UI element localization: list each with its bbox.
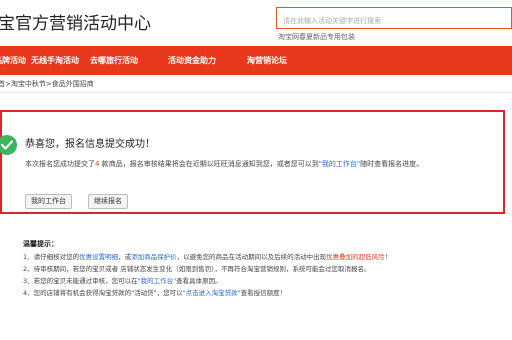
tip-item: 2、待审核期间，若您的宝贝或者 店铺状态发生变化（如限到售罚），不再符合淘宝营销… bbox=[23, 265, 371, 273]
main-nav: 品牌活动 无线手淘活动 去哪旅行活动 活动资金助力 淘营销论坛 bbox=[0, 46, 512, 75]
checkmark-icon bbox=[1, 140, 13, 150]
tips-list: 1、请仔细核对您的优惠设置明细，或添加商品保护价，以避免您的商品在活动期间以及后… bbox=[23, 251, 441, 299]
nav-item-travel-events[interactable]: 去哪旅行活动 bbox=[90, 46, 138, 75]
tip-item: 4、您的店铺将有机会获得淘宝贷款的"活动贷"，您可以"点击进入淘宝贷款"查看授信… bbox=[23, 287, 441, 299]
risk-warning: 优惠叠加的超低风险 bbox=[326, 253, 385, 261]
my-workbench-button[interactable]: 我的工作台 bbox=[25, 194, 72, 209]
site-title: 宝官方营销活动中心 bbox=[0, 14, 151, 34]
search-input[interactable] bbox=[277, 11, 511, 31]
tip-text: ！ bbox=[384, 253, 392, 261]
search-hint[interactable]: 淘宝网春夏新品专用包装 bbox=[278, 32, 355, 42]
success-check-icon bbox=[0, 135, 17, 155]
tip-text: 1、请仔细核对您的 bbox=[23, 253, 80, 261]
nav-item-brand-events[interactable]: 品牌活动 bbox=[0, 46, 26, 75]
continue-signup-button[interactable]: 继续报名 bbox=[88, 194, 128, 209]
add-protected-price-link[interactable]: 添加商品保护价 bbox=[131, 253, 177, 261]
tip-text: 查看授信额度！ bbox=[240, 289, 287, 297]
tip-text: 查看具体原因。 bbox=[176, 277, 222, 285]
success-title: 恭喜您，报名信息提交成功！ bbox=[25, 139, 155, 150]
search-box[interactable] bbox=[276, 7, 512, 31]
tip-item: 1、请仔细核对您的优惠设置明细，或添加商品保护价，以避免您的商品在活动期间以及后… bbox=[23, 251, 441, 263]
workbench-link[interactable]: "我的工作台" bbox=[319, 160, 360, 168]
nav-item-fund-support[interactable]: 活动资金助力 bbox=[168, 46, 216, 75]
success-panel: 恭喜您，报名信息提交成功！ 本次报名您成功提交了4 款商品，报名审核结果将会在近… bbox=[0, 110, 505, 214]
nav-item-forum[interactable]: 淘营销论坛 bbox=[247, 46, 287, 75]
tip-text: ，以避免您的商品在活动期间以及后续的活动中出现 bbox=[176, 253, 327, 261]
success-message: 本次报名您成功提交了4 款商品，报名审核结果将会在近期以旺旺消息通知到您，或者您… bbox=[25, 156, 435, 173]
breadcrumb: 首>淘宝中秋节>食品外围招商 bbox=[0, 80, 94, 88]
nav-item-mobile-events[interactable]: 无线手淘活动 bbox=[31, 46, 79, 75]
tip-workbench-link[interactable]: "我的工作台" bbox=[138, 277, 176, 285]
tips-title: 温馨提示： bbox=[23, 240, 58, 248]
tip-text: ，或 bbox=[118, 253, 132, 261]
tip-item: 3、若您的宝贝未能通过审核，您可以在"我的工作台"查看具体原因。 bbox=[23, 275, 441, 287]
divider bbox=[0, 92, 512, 93]
success-text-part: 款商品，报名审核结果将会在近期以旺旺消息通知到您，或者您可以到 bbox=[99, 160, 319, 168]
tip-text: 4、您的店铺将有机会获得淘宝贷款的"活动贷"，您可以 bbox=[23, 289, 183, 297]
discount-details-link[interactable]: 优惠设置明细 bbox=[79, 253, 118, 261]
success-text-part: 随时查看报名进度。 bbox=[360, 160, 424, 168]
success-text-part: 本次报名您成功提交了 bbox=[25, 160, 95, 168]
tip-text: 3、若您的宝贝未能通过审核，您可以在 bbox=[23, 277, 138, 285]
taobao-loan-link[interactable]: "点击进入淘宝贷款" bbox=[183, 289, 241, 297]
